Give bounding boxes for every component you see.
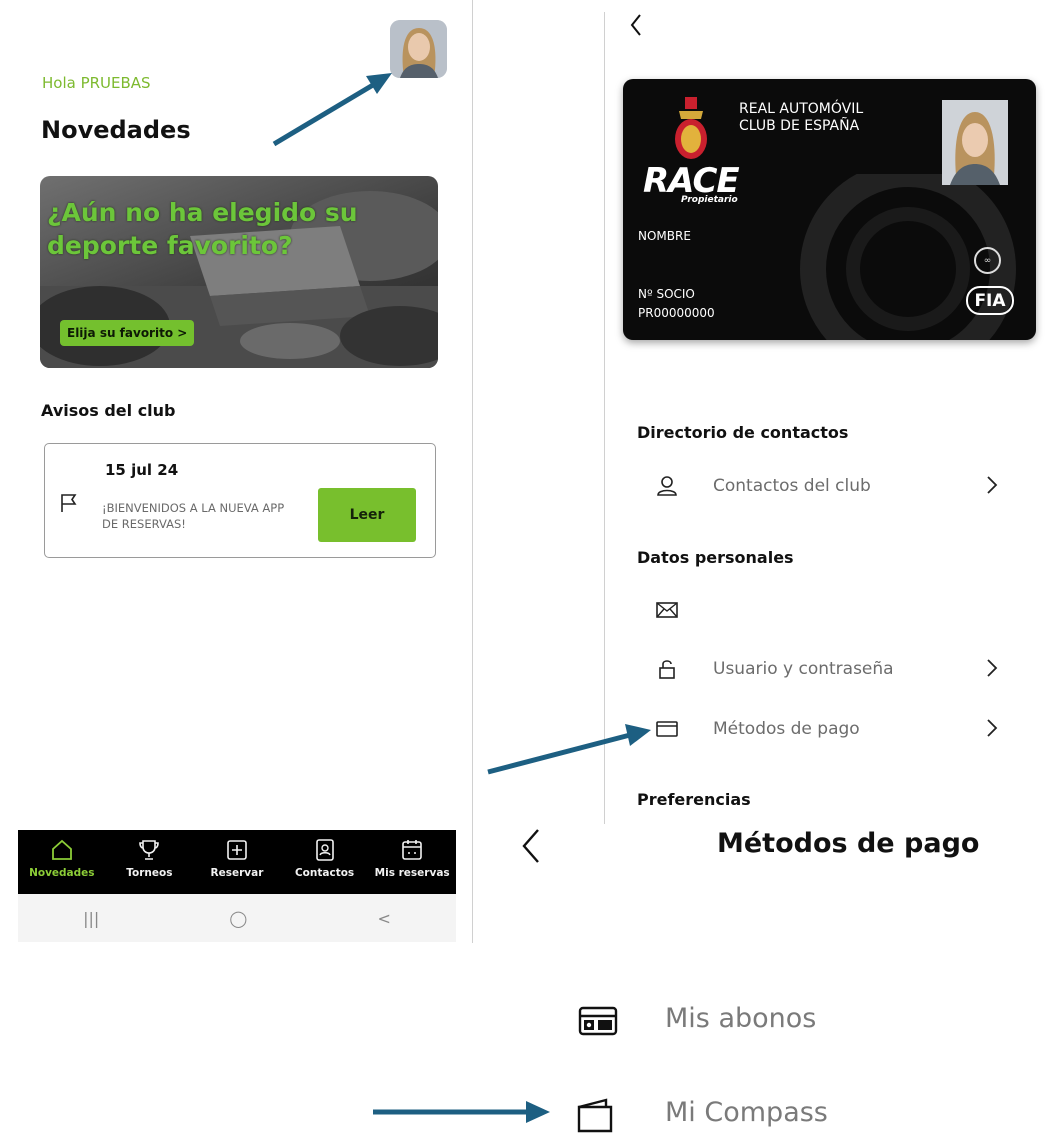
nav-item-mis-reservas[interactable]: Mis reservas — [368, 830, 456, 894]
wallet-icon — [577, 1098, 613, 1133]
credit-card-icon — [656, 721, 678, 737]
nav-label: Torneos — [126, 867, 173, 879]
bottom-navigation: Novedades Torneos Reservar Contactos Mis… — [18, 830, 456, 894]
flag-icon — [61, 494, 77, 512]
user-avatar[interactable] — [390, 20, 447, 78]
club-contacts-row[interactable]: Contactos del club — [655, 469, 1015, 505]
payment-methods-title: Métodos de pago — [717, 828, 980, 859]
banner-headline: ¿Aún no ha elegido su deporte favorito? — [47, 198, 358, 260]
pass-card-icon — [578, 1006, 618, 1036]
club-name-line1: REAL AUTOMÓVIL — [739, 101, 864, 117]
add-box-icon — [227, 840, 247, 860]
nav-item-torneos[interactable]: Torneos — [106, 830, 194, 894]
page-title: Novedades — [41, 116, 191, 144]
recents-button[interactable]: ||| — [83, 909, 99, 928]
my-passes-item[interactable]: Mis abonos — [665, 1003, 816, 1034]
back-chevron-icon[interactable] — [628, 12, 644, 38]
chevron-right-icon — [987, 476, 998, 494]
notice-card[interactable]: 15 jul 24 ¡BIENVENIDOS A LA NUEVA APP DE… — [44, 443, 436, 558]
directory-heading: Directorio de contactos — [637, 423, 849, 442]
club-name: REAL AUTOMÓVIL CLUB DE ESPAÑA — [739, 101, 863, 135]
olympic-emblem-icon: ∞ — [974, 247, 1001, 274]
card-partner-label: Nº SOCIO — [638, 287, 695, 301]
nav-item-contactos[interactable]: Contactos — [281, 830, 369, 894]
mail-icon — [656, 602, 678, 618]
nav-label: Mis reservas — [374, 867, 450, 879]
home-screen: Hola PRUEBAS Novedades ¿Aún no ha elegid… — [18, 0, 473, 943]
lock-icon — [659, 660, 675, 679]
sports-banner[interactable]: ¿Aún no ha elegido su deporte favorito? … — [40, 176, 438, 368]
my-compass-item[interactable]: Mi Compass — [665, 1097, 828, 1128]
profile-screen: RACE Propietario REAL AUTOMÓVIL CLUB DE … — [604, 12, 1059, 824]
user-password-label: Usuario y contraseña — [713, 659, 894, 679]
notice-date: 15 jul 24 — [105, 461, 179, 479]
calendar-icon — [402, 840, 422, 860]
fia-logo: FIA — [966, 286, 1014, 315]
race-sub-label: Propietario — [681, 195, 738, 205]
email-row[interactable] — [655, 593, 1015, 629]
crest-icon — [675, 97, 707, 159]
avatar-portrait — [390, 20, 447, 78]
nav-item-reservar[interactable]: Reservar — [193, 830, 281, 894]
arrow-to-mi-compass — [373, 1101, 550, 1123]
nav-item-novedades[interactable]: Novedades — [18, 830, 106, 894]
notices-title: Avisos del club — [41, 401, 176, 420]
club-name-line2: CLUB DE ESPAÑA — [739, 118, 860, 134]
notice-text: ¡BIENVENIDOS A LA NUEVA APP DE RESERVAS! — [102, 501, 285, 531]
chevron-right-icon — [987, 659, 998, 677]
card-photo — [942, 100, 1008, 185]
nav-label: Contactos — [294, 867, 355, 879]
payment-methods-label: Métodos de pago — [713, 719, 860, 739]
person-icon — [657, 476, 677, 496]
nav-label: Reservar — [210, 867, 264, 879]
back-chevron-icon[interactable] — [520, 826, 542, 866]
choose-favorite-button[interactable]: Elija su favorito > — [60, 320, 195, 346]
back-system-button[interactable]: < — [378, 909, 391, 928]
personal-data-heading: Datos personales — [637, 548, 794, 567]
greeting-text: Hola PRUEBAS — [42, 74, 151, 92]
user-password-row[interactable]: Usuario y contraseña — [655, 652, 1015, 688]
nav-label: Novedades — [29, 867, 95, 879]
read-button[interactable]: Leer — [318, 488, 416, 542]
card-portrait — [942, 100, 1008, 185]
home-icon — [51, 839, 72, 860]
trophy-icon — [139, 840, 160, 860]
contacts-icon — [315, 839, 334, 861]
chevron-right-icon — [987, 719, 998, 737]
home-system-button[interactable]: ◯ — [229, 909, 247, 928]
card-name-label: NOMBRE — [638, 229, 691, 243]
membership-card: RACE Propietario REAL AUTOMÓVIL CLUB DE … — [623, 79, 1036, 340]
payment-methods-row[interactable]: Métodos de pago — [655, 712, 1015, 748]
club-contacts-label: Contactos del club — [713, 476, 871, 496]
preferences-heading: Preferencias — [637, 790, 751, 809]
card-partner-number: PR00000000 — [638, 306, 715, 320]
system-navigation-bar: ||| ◯ < — [18, 894, 456, 942]
